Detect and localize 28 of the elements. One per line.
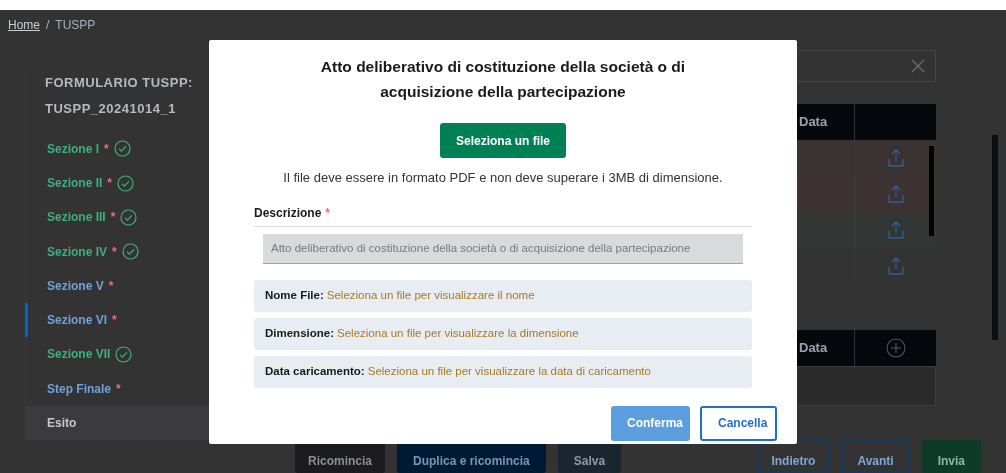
action-button[interactable]: Invia (921, 440, 981, 473)
required-mark: * (108, 277, 114, 295)
required-mark: * (112, 312, 117, 330)
required-mark: * (112, 243, 117, 261)
file-info-text: Nome File: Seleziona un file per visualizzare il nome (254, 279, 752, 312)
required-mark: * (107, 175, 113, 193)
field-label: Descrizione (254, 204, 322, 222)
required-mark: * (110, 209, 116, 227)
form-code: TUSPP_20241014_1 (44, 100, 177, 118)
action-button[interactable]: Indietro (757, 440, 830, 473)
sidebar-item[interactable]: Sezione I * (25, 131, 262, 166)
breadcrumb-current: TUSPP (55, 17, 96, 34)
select-file-button[interactable]: Seleziona un file (440, 123, 566, 158)
file-info-text: Data caricamento: Seleziona un file per visualizzare la data di caricamento (254, 355, 752, 388)
confirm-button[interactable]: Conferma (611, 405, 690, 441)
help-text: Il file deve essere in formato PDF e non deve superare i 3MB di dimensione. (283, 169, 723, 187)
file-info-text: Dimensione: Seleziona un file per visualizzare la dimensione (254, 317, 752, 350)
breadcrumb-link[interactable]: Home (8, 16, 40, 34)
required-mark: * (325, 204, 331, 222)
required-mark: * (104, 140, 109, 158)
sidebar-title: FORMULARIO TUSPP: (44, 74, 194, 92)
sidebar-item[interactable]: Sezione II * (25, 165, 262, 201)
action-button[interactable]: Avanti (841, 440, 910, 473)
sidebar-item[interactable]: Sezione IV * (25, 234, 262, 269)
cancel-button[interactable]: Cancella (700, 405, 777, 441)
required-mark: * (116, 380, 121, 398)
breadcrumb-separator: / (46, 17, 50, 34)
modal-title: Atto deliberativo di costituzione della società o di acquisizione della partecipazione (319, 57, 687, 102)
